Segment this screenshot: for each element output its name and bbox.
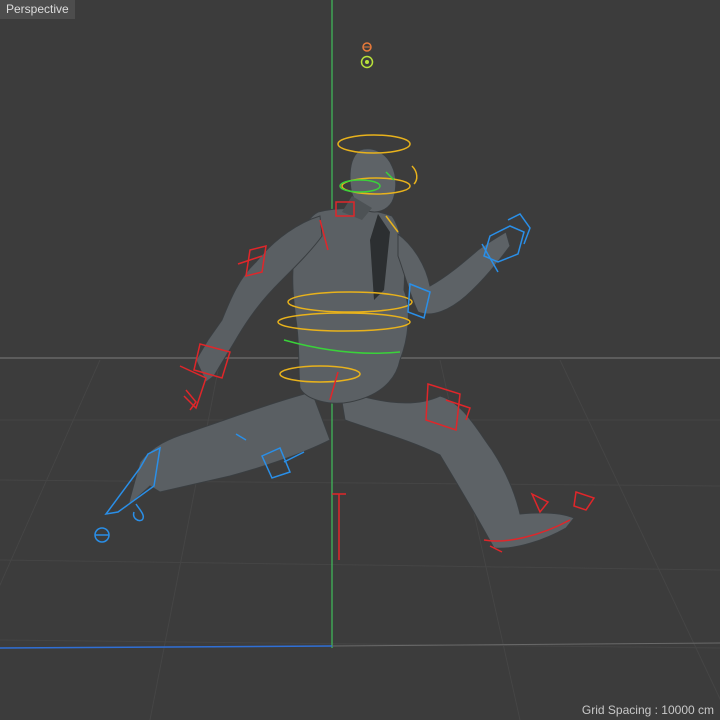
viewport-name-label[interactable]: Perspective [0,0,75,19]
viewport-scene[interactable] [0,0,720,720]
grid-spacing-label: Grid Spacing : 10000 cm [581,703,714,717]
front-arm [397,231,511,315]
front-leg [339,389,575,549]
x-axis-line [0,645,333,649]
camera-icon[interactable] [360,55,374,69]
light-icon[interactable] [362,42,372,52]
perspective-viewport[interactable]: Perspective Grid Spacing : 10000 cm [0,0,720,720]
